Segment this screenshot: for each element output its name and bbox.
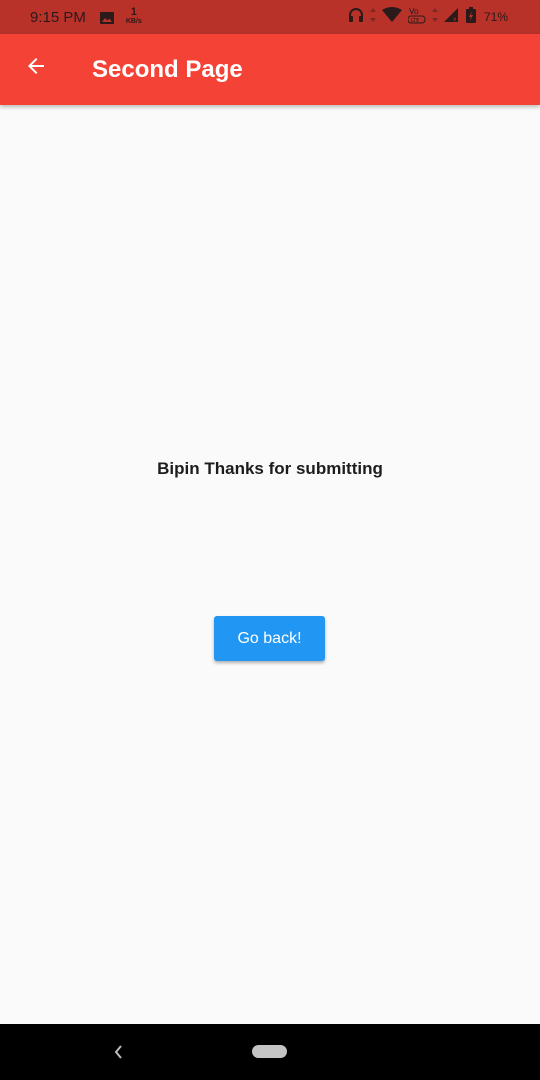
network-speed-value: 1 [130, 6, 137, 18]
volte-icon: Vo LTE [407, 6, 426, 29]
app-bar: Second Page [0, 34, 540, 105]
image-icon [99, 11, 114, 24]
svg-text:LTE: LTE [411, 18, 419, 24]
back-button[interactable] [14, 46, 58, 90]
headphones-icon [348, 7, 364, 28]
page-title: Second Page [92, 56, 243, 83]
signal-icon: x [443, 7, 460, 27]
nav-back-icon[interactable] [108, 1040, 128, 1064]
status-left: 9:15 PM 1 KB/s [30, 0, 142, 34]
data-arrows-icon [431, 7, 438, 28]
battery-percent: 71% [483, 10, 508, 24]
status-right: Vo LTE x 71% [348, 0, 508, 34]
submission-message: Bipin Thanks for submitting [157, 459, 383, 478]
status-bar: 9:15 PM 1 KB/s Vo LTE x 71% [0, 0, 540, 34]
arrow-back-icon [24, 54, 48, 83]
status-time: 9:15 PM [30, 8, 86, 26]
data-arrows-icon [369, 7, 376, 28]
go-back-button[interactable]: Go back! [214, 616, 325, 661]
navigation-bar [0, 1024, 540, 1080]
network-speed: 1 KB/s [125, 6, 142, 26]
battery-icon [465, 6, 476, 28]
svg-text:Vo: Vo [409, 7, 419, 16]
nav-home-pill[interactable] [252, 1045, 287, 1058]
wifi-icon [381, 6, 402, 28]
network-speed-unit: KB/s [125, 18, 142, 25]
svg-text:x: x [453, 16, 457, 22]
